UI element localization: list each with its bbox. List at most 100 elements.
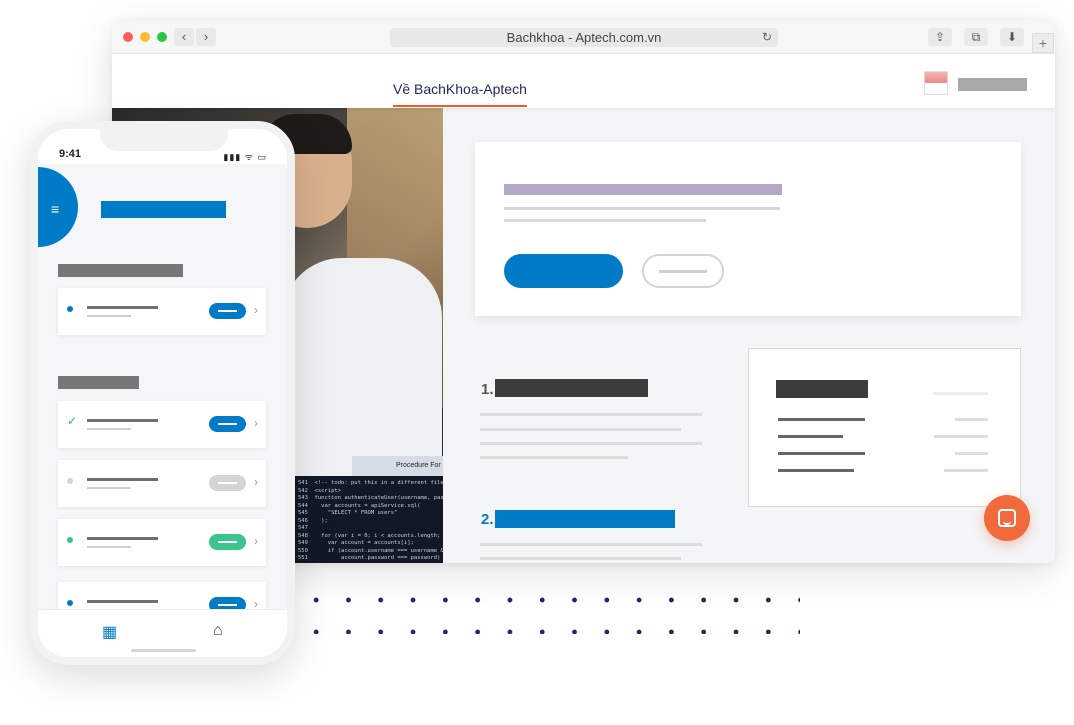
summary-card-title: [776, 380, 868, 398]
tabs-icon: ⧉: [971, 30, 981, 44]
code-line: 551 account.password === password): [298, 555, 441, 561]
item-subtitle: [87, 487, 131, 489]
dot-pattern: [300, 584, 800, 634]
code-line: 544 var accounts = apiService.sql(: [298, 502, 421, 509]
back-button[interactable]: ‹: [174, 28, 194, 46]
reload-icon[interactable]: ↻: [762, 28, 772, 47]
code-line: 546 );: [298, 517, 328, 524]
code-line: 548 for (var i = 0; i < accounts.length;…: [298, 532, 441, 539]
download-icon: ⬇: [1006, 30, 1018, 44]
secondary-button[interactable]: [642, 254, 724, 288]
user-name-placeholder[interactable]: [958, 78, 1027, 91]
summary-row-value: [955, 452, 988, 455]
tag-icon[interactable]: ⌂: [213, 622, 223, 640]
summary-row-value: [955, 418, 988, 421]
hero-title-placeholder: [504, 184, 782, 195]
section-2-line: [480, 557, 681, 560]
section-label: [58, 376, 139, 389]
section-label: [58, 264, 183, 277]
address-text: Bachkhoa - Aptech.com.vn: [506, 30, 662, 45]
nav-link-about[interactable]: Về BachKhoa-Aptech: [393, 81, 527, 107]
site-header: Về BachKhoa-Aptech: [112, 54, 1055, 108]
close-window-button[interactable]: [123, 32, 133, 42]
code-line: 543 function authenticateUser(username, …: [298, 495, 443, 501]
status-pill[interactable]: [209, 534, 246, 550]
code-line: 550 if (account.username === username &&: [298, 547, 443, 554]
code-line: 542 <script>: [298, 487, 342, 494]
status-time: 9:41: [59, 148, 82, 160]
code-line: 541 <!-- todo: put this in a different f…: [298, 480, 443, 486]
list-item[interactable]: ›: [58, 460, 266, 507]
list-item[interactable]: ›: [58, 288, 266, 335]
window-controls: [123, 32, 167, 42]
chevron-right-icon: ›: [254, 534, 258, 548]
primary-button[interactable]: [504, 254, 623, 288]
section-1-line: [480, 442, 702, 445]
check-icon: ✓: [67, 414, 78, 428]
status-dot: [67, 306, 73, 312]
browser-toolbar: ‹ › Bachkhoa - Aptech.com.vn ↻ ⇪ ⧉ ⬇: [112, 20, 1055, 54]
download-button[interactable]: ⬇: [1000, 28, 1024, 46]
address-bar[interactable]: Bachkhoa - Aptech.com.vn ↻: [390, 28, 778, 47]
item-title: [87, 537, 158, 540]
phone-screen: ≡ › ✓ › › › ›: [38, 164, 287, 609]
chevron-right-icon: ›: [254, 597, 258, 609]
section-1-title: [495, 379, 648, 397]
section-1-line: [480, 413, 702, 416]
code-screen: 541 <!-- todo: put this in a different f…: [292, 476, 443, 563]
item-subtitle: [87, 315, 131, 317]
status-dot: [67, 537, 73, 543]
status-dot: [67, 600, 73, 606]
share-icon: ⇪: [934, 30, 946, 44]
calendar-icon[interactable]: ▦: [102, 622, 117, 642]
code-line: 545 "SELECT * FROM users": [298, 510, 398, 516]
share-button[interactable]: ⇪: [928, 28, 952, 46]
section-1-number: 1.: [481, 381, 494, 398]
section-1-line: [480, 428, 681, 431]
section-2-number: 2.: [481, 511, 494, 528]
section-2-line: [480, 543, 702, 546]
code-line: 549 var account = accounts[i];: [298, 540, 414, 546]
tabs-button[interactable]: ⧉: [964, 28, 988, 46]
list-item[interactable]: ›: [58, 519, 266, 566]
list-item[interactable]: ✓ ›: [58, 401, 266, 448]
item-title: [87, 419, 158, 422]
list-item[interactable]: ›: [58, 582, 266, 609]
item-title: [87, 600, 158, 603]
status-dot: [67, 478, 73, 484]
item-title: [87, 478, 158, 481]
hamburger-icon[interactable]: ≡: [51, 202, 59, 216]
status-pill[interactable]: [209, 475, 246, 491]
chat-button[interactable]: [984, 495, 1030, 541]
minimize-window-button[interactable]: [140, 32, 150, 42]
summary-row-label: [778, 452, 865, 455]
maximize-window-button[interactable]: [157, 32, 167, 42]
phone-mockup: 9:41 ▮▮▮ ᯤ ▭ ≡ › ✓ › › › › ▦ ⌂: [30, 121, 295, 665]
summary-row-value: [944, 469, 988, 472]
forward-button[interactable]: ›: [196, 28, 216, 46]
phone-notch: [100, 129, 228, 151]
stage: ‹ › Bachkhoa - Aptech.com.vn ↻ ⇪ ⧉ ⬇ Về …: [0, 0, 1074, 725]
item-title: [87, 306, 158, 309]
hero-card: [475, 142, 1021, 316]
forward-icon: ›: [203, 29, 209, 44]
status-pill[interactable]: [209, 416, 246, 432]
status-pill[interactable]: [209, 597, 246, 609]
home-indicator: [131, 649, 196, 652]
section-1-line: [480, 456, 628, 459]
laptop-caption: Procedure For P: [352, 456, 443, 476]
new-tab-button[interactable]: +: [1032, 33, 1054, 53]
summary-row-label: [778, 418, 865, 421]
chevron-right-icon: ›: [254, 303, 258, 317]
hero-text-line: [504, 207, 780, 210]
summary-row-value: [934, 435, 988, 438]
app-title-placeholder: [101, 201, 226, 218]
main-content: 1. 2.: [443, 108, 1055, 563]
summary-card: [748, 348, 1021, 507]
status-icons: ▮▮▮ ᯤ ▭: [223, 152, 267, 162]
secondary-button-label: [659, 270, 707, 273]
status-pill[interactable]: [209, 303, 246, 319]
avatar[interactable]: [924, 71, 948, 95]
chat-icon: [998, 509, 1016, 527]
item-subtitle: [87, 428, 131, 430]
